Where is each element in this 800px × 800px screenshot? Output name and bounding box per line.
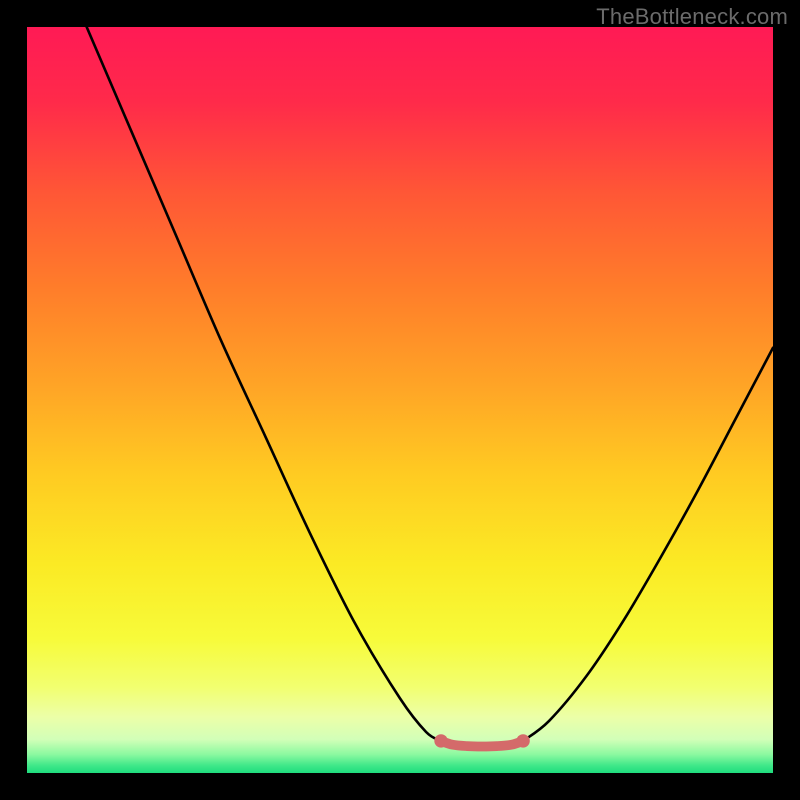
bottleneck-curves [27,27,773,773]
watermark-text: TheBottleneck.com [596,4,788,30]
right-curve [523,348,773,741]
left-curve [87,27,441,741]
plot-area [27,27,773,773]
chart-frame: TheBottleneck.com [0,0,800,800]
valley-curve [441,741,523,747]
